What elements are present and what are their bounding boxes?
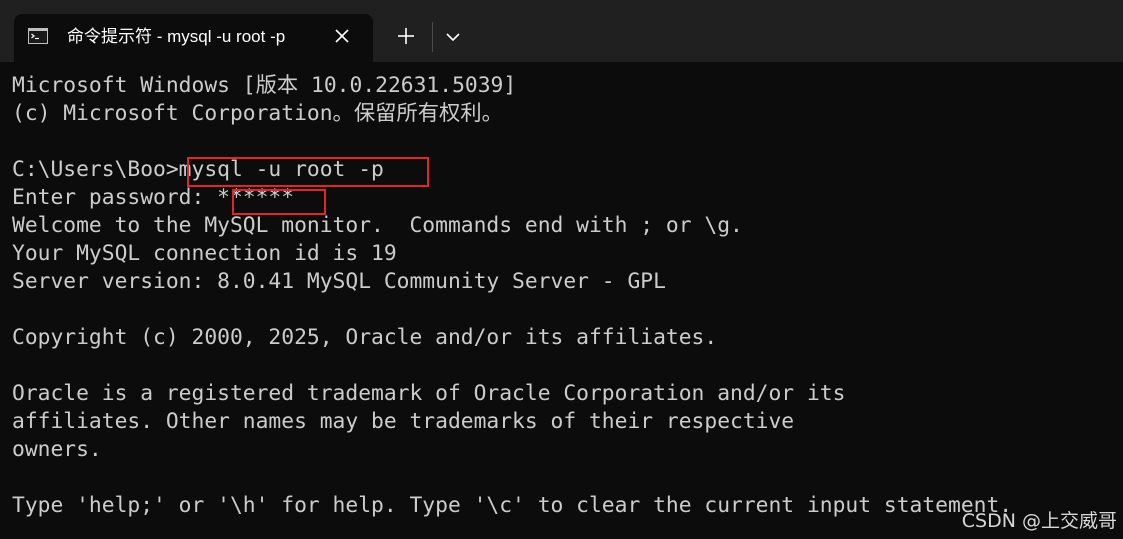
watermark: CSDN @上交威哥 bbox=[961, 510, 1117, 532]
cmd-icon bbox=[28, 28, 48, 44]
terminal-line: owners. bbox=[12, 437, 102, 462]
tab-command-prompt[interactable]: 命令提示符 - mysql -u root -p bbox=[14, 14, 373, 62]
terminal-line-command: C:\Users\Boo>mysql -u root -p bbox=[12, 157, 384, 182]
terminal-line: (c) Microsoft Corporation。保留所有权利。 bbox=[12, 101, 503, 126]
terminal-line: Type 'help;' or '\h' for help. Type '\c'… bbox=[12, 493, 1013, 518]
terminal-line: Your MySQL connection id is 19 bbox=[12, 241, 397, 266]
terminal-line-password: Enter password: ****** bbox=[12, 185, 295, 210]
terminal-line: Oracle is a registered trademark of Orac… bbox=[12, 381, 846, 406]
terminal-line: Server version: 8.0.41 MySQL Community S… bbox=[12, 269, 666, 294]
title-bar: 命令提示符 - mysql -u root -p bbox=[0, 0, 1123, 62]
close-icon[interactable] bbox=[332, 26, 352, 46]
terminal-line: Microsoft Windows [版本 10.0.22631.5039] bbox=[12, 73, 517, 98]
terminal-line: Copyright (c) 2000, 2025, Oracle and/or … bbox=[12, 325, 718, 350]
tab-separator bbox=[432, 22, 433, 52]
terminal-output[interactable]: Microsoft Windows [版本 10.0.22631.5039] (… bbox=[0, 62, 1123, 539]
terminal-window: 命令提示符 - mysql -u root -p Microsoft Windo… bbox=[0, 0, 1123, 539]
chevron-down-icon[interactable] bbox=[440, 24, 466, 50]
tab-title: 命令提示符 - mysql -u root -p bbox=[67, 27, 286, 46]
terminal-line: affiliates. Other names may be trademark… bbox=[12, 409, 795, 434]
plus-icon[interactable] bbox=[392, 22, 420, 50]
terminal-line: Welcome to the MySQL monitor. Commands e… bbox=[12, 213, 743, 238]
